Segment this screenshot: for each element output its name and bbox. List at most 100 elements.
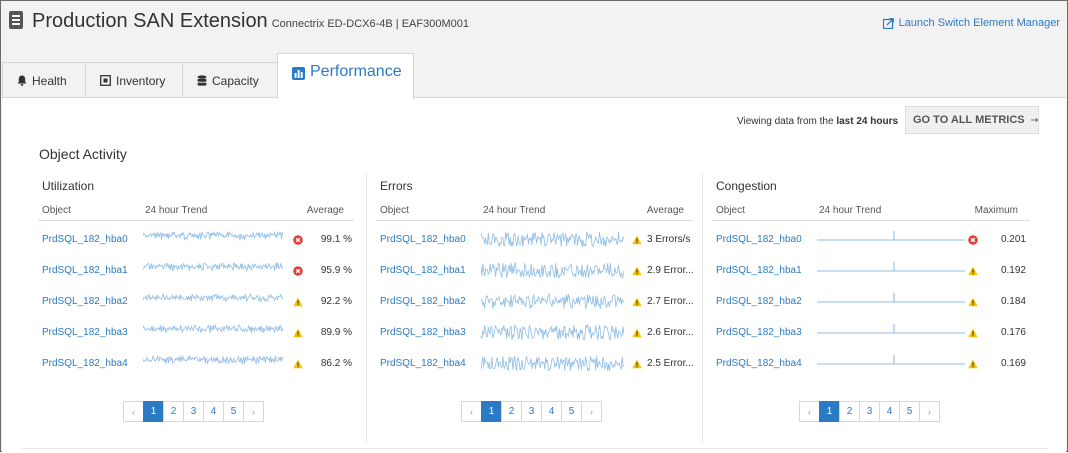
- pagination-page-5[interactable]: 5: [561, 401, 582, 422]
- pagination-page-1[interactable]: 1: [819, 401, 840, 422]
- object-link[interactable]: PrdSQL_182_hba3: [716, 327, 802, 338]
- table-row: PrdSQL_182_hba1 95.9 %: [38, 260, 354, 282]
- pagination-page-5[interactable]: 5: [899, 401, 920, 422]
- object-link[interactable]: PrdSQL_182_hba4: [42, 358, 128, 369]
- trend-sparkline: [480, 260, 625, 285]
- page-title-text: Production SAN Extension: [32, 10, 268, 32]
- trend-sparkline: [480, 322, 625, 347]
- trend-sparkline: [817, 229, 965, 254]
- table-row: PrdSQL_182_hba3 2.6 Error...: [376, 322, 694, 347]
- object-link[interactable]: PrdSQL_182_hba1: [380, 265, 466, 276]
- table-row: PrdSQL_182_hba0 0.201: [712, 229, 1030, 251]
- pagination-page-1[interactable]: 1: [481, 401, 502, 422]
- status-indicator: [968, 266, 978, 279]
- page-header: Production SAN Extension Connectrix ED-DC…: [2, 2, 1066, 42]
- pagination-next-button[interactable]: ›: [581, 401, 602, 422]
- column-header: 24 hour Trend: [483, 205, 546, 216]
- warning-icon: [968, 266, 978, 276]
- metric-value: 0.176: [1000, 327, 1026, 338]
- pagination-page-3[interactable]: 3: [183, 401, 204, 422]
- pagination-page-4[interactable]: 4: [879, 401, 900, 422]
- table-row: PrdSQL_182_hba1 2.9 Error...: [376, 260, 694, 285]
- object-link[interactable]: PrdSQL_182_hba2: [716, 296, 802, 307]
- object-link[interactable]: PrdSQL_182_hba1: [716, 265, 802, 276]
- table-row: PrdSQL_182_hba4 2.5 Error...: [376, 353, 694, 375]
- pagination-page-4[interactable]: 4: [541, 401, 562, 422]
- object-link[interactable]: PrdSQL_182_hba4: [380, 358, 466, 369]
- metric-card-congestion: Congestion Object 24 hour Trend Maximum PrdS…: [712, 178, 1030, 440]
- pagination-next-button[interactable]: ›: [919, 401, 940, 422]
- section-title: Object Activity: [39, 146, 127, 162]
- pagination-page-5[interactable]: 5: [223, 401, 244, 422]
- tab-performance-label: Performance: [310, 63, 402, 80]
- warning-icon: [968, 359, 978, 369]
- tab-health-label: Health: [32, 73, 67, 88]
- object-link[interactable]: PrdSQL_182_hba2: [42, 296, 128, 307]
- tab-performance[interactable]: Performance: [277, 53, 414, 99]
- object-link[interactable]: PrdSQL_182_hba3: [380, 327, 466, 338]
- pagination-page-4[interactable]: 4: [203, 401, 224, 422]
- launch-element-manager-label: Launch Switch Element Manager: [898, 17, 1060, 29]
- document-icon: [9, 11, 23, 29]
- go-to-all-metrics-button[interactable]: GO TO ALL METRICS: [905, 106, 1039, 134]
- object-link[interactable]: PrdSQL_182_hba0: [716, 234, 802, 245]
- object-link[interactable]: PrdSQL_182_hba0: [380, 234, 466, 245]
- tab-inventory-label: Inventory: [116, 73, 166, 88]
- pagination-page-1[interactable]: 1: [143, 401, 164, 422]
- database-icon: [197, 75, 207, 86]
- object-link[interactable]: PrdSQL_182_hba0: [42, 234, 128, 245]
- arrow-right-icon: [1030, 117, 1038, 123]
- tab-health[interactable]: Health: [2, 62, 86, 98]
- status-indicator: [632, 359, 642, 372]
- metric-value: 99.1 %: [320, 234, 352, 245]
- column-header: Object: [716, 205, 745, 216]
- pagination-page-3[interactable]: 3: [859, 401, 880, 422]
- table-row: PrdSQL_182_hba3 89.9 %: [38, 322, 354, 344]
- object-link[interactable]: PrdSQL_182_hba1: [42, 265, 128, 276]
- page-title: Production SAN Extension Connectrix ED-DC…: [32, 10, 469, 33]
- trend-sparkline: [142, 291, 284, 316]
- column-header: Maximum: [974, 205, 1018, 216]
- pagination-page-3[interactable]: 3: [521, 401, 542, 422]
- card-title: Congestion: [716, 179, 777, 193]
- warning-icon: [632, 235, 642, 245]
- viewing-range-text: Viewing data from the last 24 hours: [737, 116, 898, 127]
- status-indicator: [293, 266, 303, 279]
- trend-sparkline: [142, 229, 284, 254]
- tab-capacity[interactable]: Capacity: [182, 62, 278, 98]
- object-link[interactable]: PrdSQL_182_hba2: [380, 296, 466, 307]
- status-indicator: [632, 235, 642, 248]
- metric-card-errors: Errors Object 24 hour Trend Average PrdSQL_1…: [376, 178, 694, 440]
- table-row: PrdSQL_182_hba0 3 Errors/s: [376, 229, 692, 251]
- error-icon: [293, 235, 303, 245]
- metric-value: 92.2 %: [320, 296, 352, 307]
- pagination-page-2[interactable]: 2: [839, 401, 860, 422]
- pagination: ‹ 1 2 3 4 5 ›: [461, 401, 602, 422]
- pagination-page-2[interactable]: 2: [501, 401, 522, 422]
- pagination-prev-button[interactable]: ‹: [123, 401, 144, 422]
- metric-value: 0.192: [1000, 265, 1026, 276]
- pagination-prev-button[interactable]: ‹: [799, 401, 820, 422]
- pagination-next-button[interactable]: ›: [243, 401, 264, 422]
- warning-icon: [293, 297, 303, 307]
- pagination-prev-button[interactable]: ‹: [461, 401, 482, 422]
- trend-sparkline: [817, 260, 965, 285]
- trend-sparkline: [142, 260, 284, 285]
- header-divider: [712, 220, 1030, 221]
- pagination-page-2[interactable]: 2: [163, 401, 184, 422]
- launch-element-manager-link[interactable]: Launch Switch Element Manager: [882, 17, 1060, 29]
- error-icon: [293, 266, 303, 276]
- metric-value: 2.5 Error...: [647, 358, 694, 369]
- trend-sparkline: [480, 229, 625, 254]
- trend-sparkline: [817, 353, 965, 378]
- metric-value: 89.9 %: [320, 327, 352, 338]
- table-row: PrdSQL_182_hba3 0.176: [712, 322, 1030, 344]
- tab-inventory[interactable]: Inventory: [85, 62, 183, 98]
- metric-value: 2.7 Error...: [647, 296, 694, 307]
- metric-value: 0.201: [1000, 234, 1026, 245]
- status-indicator: [632, 266, 642, 279]
- object-link[interactable]: PrdSQL_182_hba3: [42, 327, 128, 338]
- warning-icon: [632, 297, 642, 307]
- object-link[interactable]: PrdSQL_182_hba4: [716, 358, 802, 369]
- performance-panel: Viewing data from the last 24 hours GO T…: [2, 97, 1066, 453]
